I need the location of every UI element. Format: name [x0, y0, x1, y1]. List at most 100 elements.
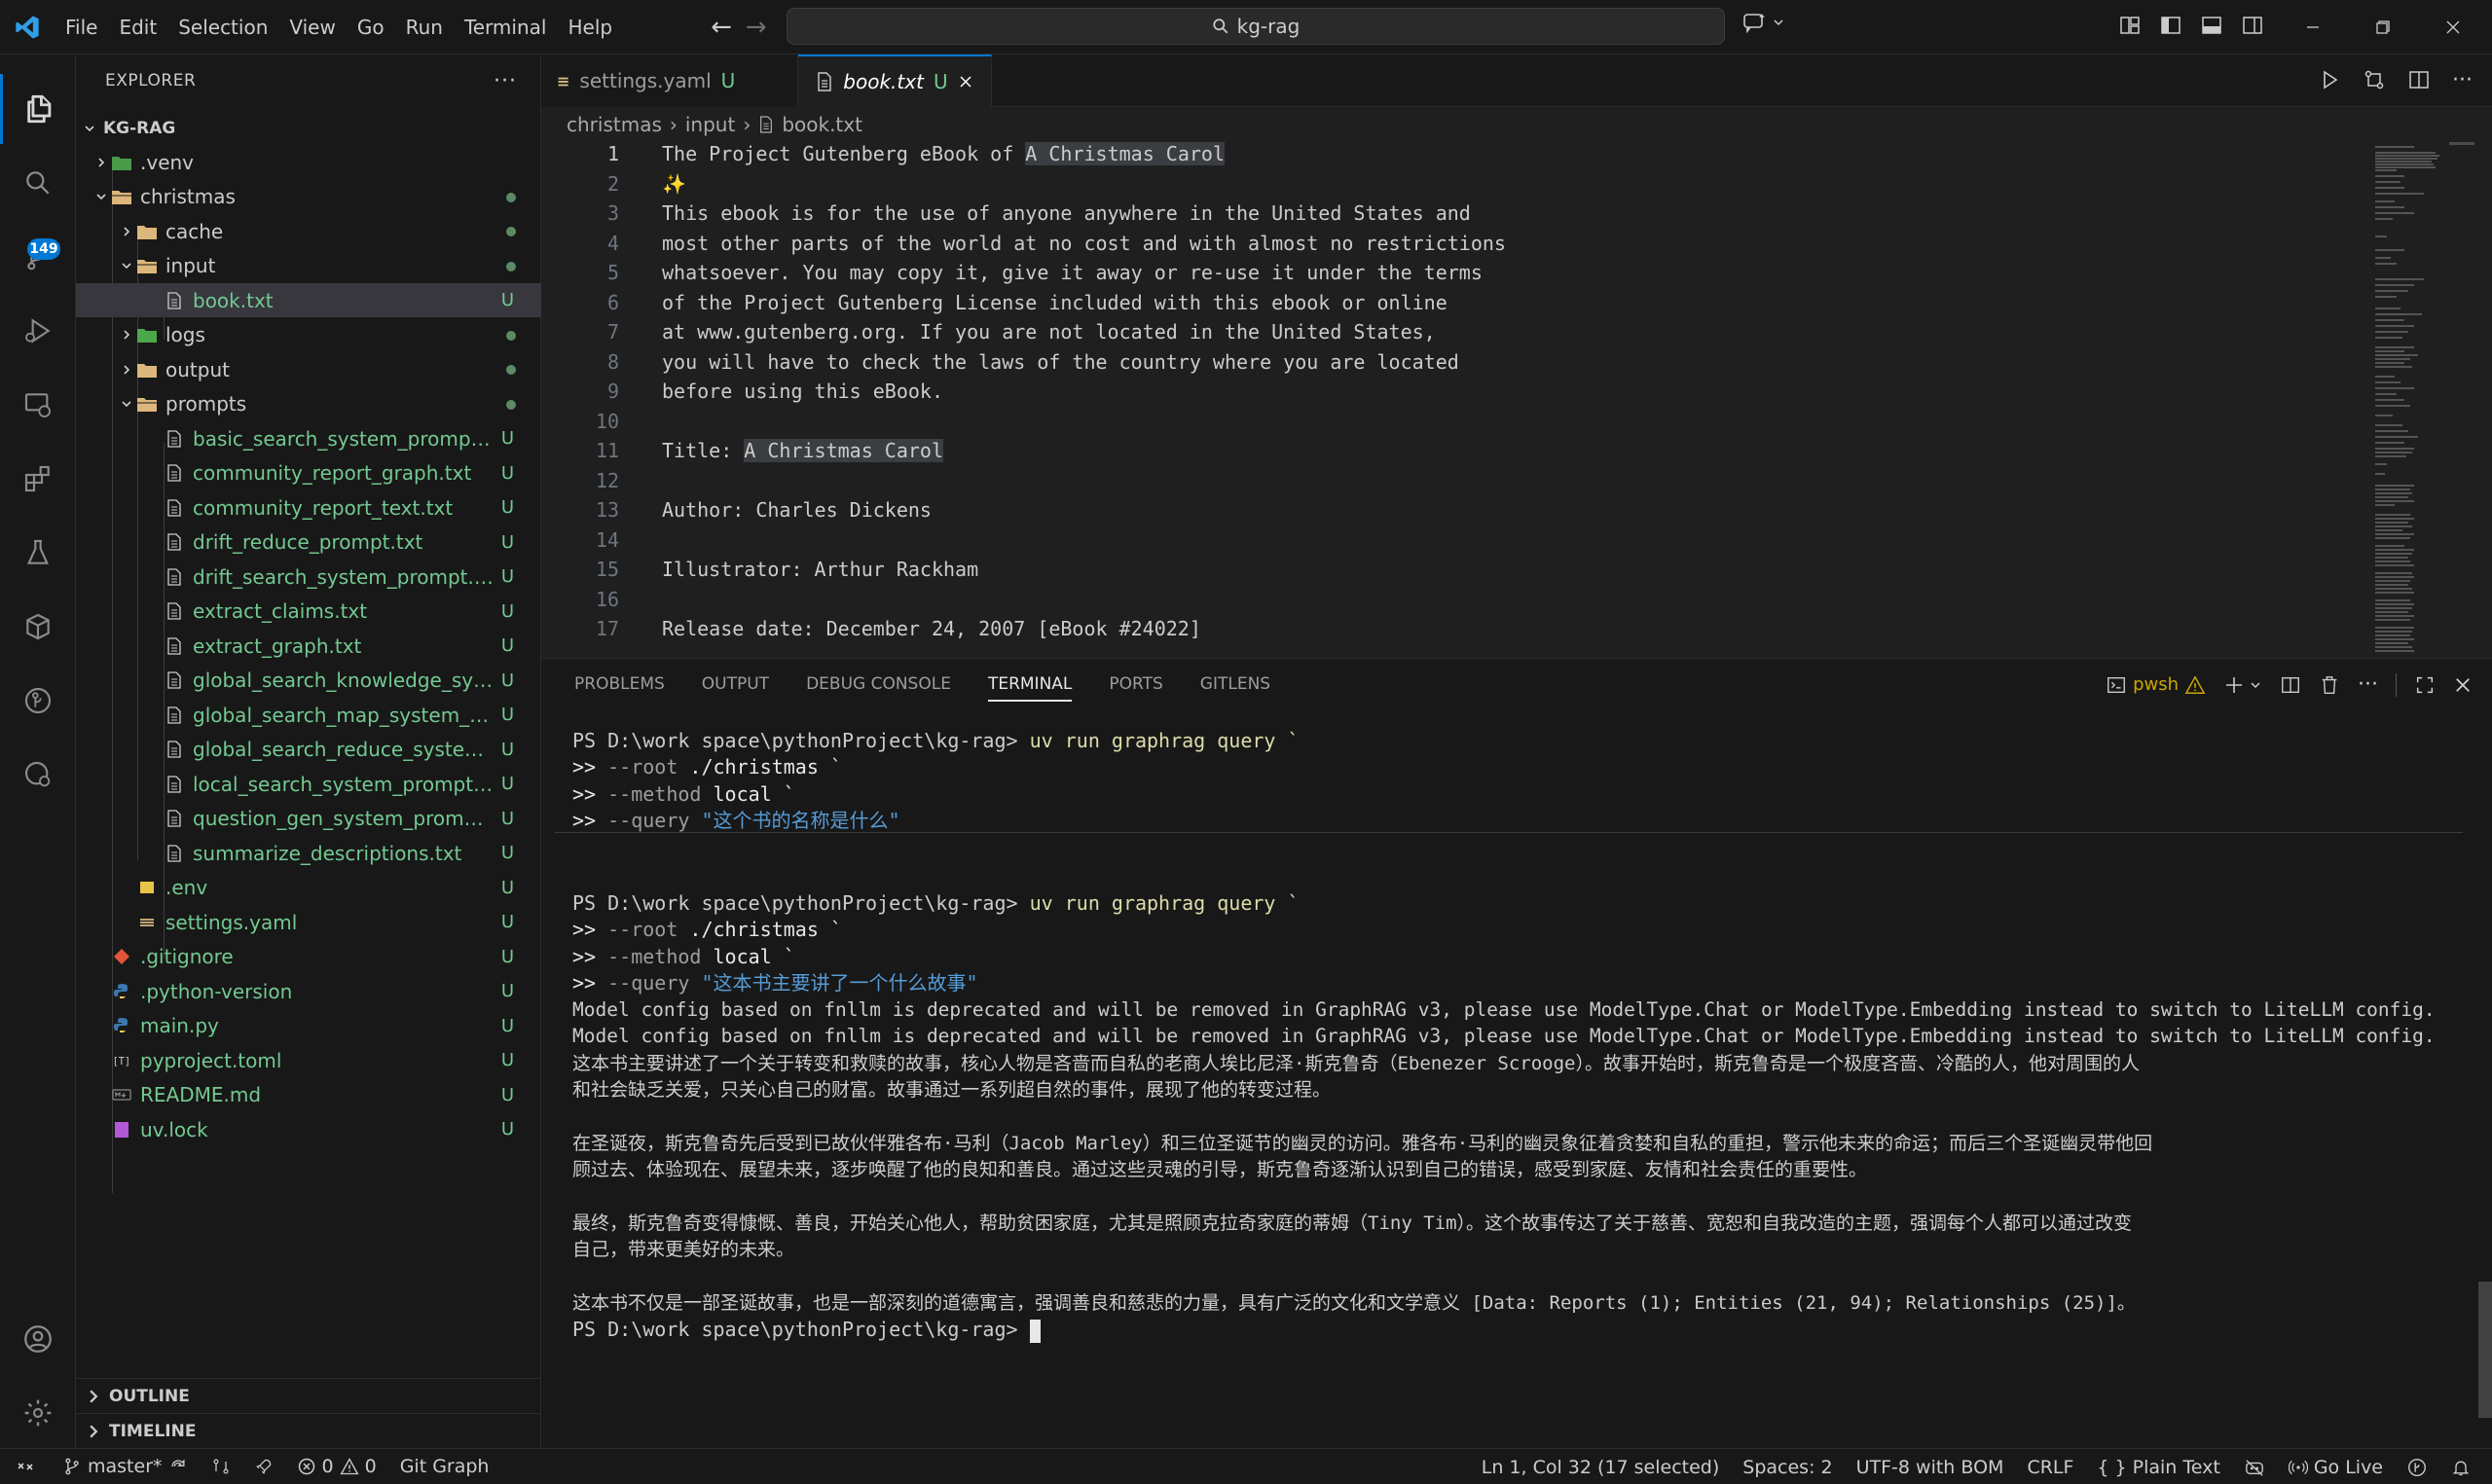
tab-output[interactable]: OUTPUT [702, 674, 769, 694]
problems-indicator[interactable]: 0 0 [285, 1449, 388, 1484]
run-file-icon[interactable] [2318, 68, 2341, 91]
minimize-icon[interactable] [2278, 0, 2348, 54]
menu-file[interactable]: File [55, 16, 108, 39]
gitlens-inspect-icon[interactable] [0, 740, 76, 810]
file-item[interactable]: main.py U [76, 1009, 541, 1043]
folder-item[interactable]: cache [76, 214, 541, 248]
file-item[interactable]: drift_search_system_prompt.txt U [76, 560, 541, 594]
tab-debug-console[interactable]: DEBUG CONSOLE [806, 674, 951, 694]
folder-item[interactable]: prompts [76, 387, 541, 421]
menu-help[interactable]: Help [557, 16, 623, 39]
breadcrumb-christmas[interactable]: christmas [567, 113, 662, 136]
folder-item[interactable]: .venv [76, 145, 541, 179]
minimap[interactable] [2371, 142, 2478, 658]
file-item[interactable]: settings.yaml U [76, 905, 541, 939]
manage-gear-icon[interactable] [0, 1378, 76, 1448]
code-editor[interactable]: 1 The Project Gutenberg eBook of A Christ… [541, 142, 2352, 658]
gitlens-icon[interactable] [0, 666, 76, 736]
file-item[interactable]: uv.lock U [76, 1112, 541, 1146]
more-actions-icon[interactable]: ··· [2358, 672, 2378, 697]
file-item[interactable]: global_search_knowledge_system_prompt.tx… [76, 664, 541, 698]
explorer-icon[interactable] [0, 74, 76, 144]
menu-selection[interactable]: Selection [167, 16, 278, 39]
search-view-icon[interactable] [0, 148, 76, 218]
outline-section[interactable]: OUTLINE [76, 1378, 541, 1413]
menu-terminal[interactable]: Terminal [454, 16, 558, 39]
remote-indicator[interactable] [0, 1449, 51, 1484]
close-tab-icon[interactable] [958, 74, 973, 90]
file-item[interactable]: global_search_map_system_prompt.txtU [76, 698, 541, 732]
file-item[interactable]: [T] pyproject.toml U [76, 1043, 541, 1077]
file-item[interactable]: .env U [76, 871, 541, 905]
gitlens-status-icon[interactable] [2395, 1449, 2439, 1484]
git-lens-status[interactable] [200, 1449, 242, 1484]
tab-settings-yaml[interactable]: ≡ settings.yaml U [541, 54, 799, 107]
container-icon[interactable] [0, 592, 76, 662]
file-item[interactable]: local_search_system_prompt.txt U [76, 767, 541, 801]
file-item[interactable]: global_search_reduce_system_prompt.txtU [76, 733, 541, 767]
file-item[interactable]: drift_reduce_prompt.txt U [76, 525, 541, 560]
git-graph-button[interactable]: Git Graph [388, 1449, 501, 1484]
more-actions-icon[interactable]: ··· [494, 69, 517, 93]
copilot-status[interactable] [2232, 1449, 2277, 1484]
new-terminal-button[interactable] [2223, 674, 2262, 696]
file-item[interactable]: question_gen_system_prompt.txt U [76, 802, 541, 836]
terminal-scrollbar[interactable] [2478, 1282, 2492, 1418]
close-window-icon[interactable] [2418, 0, 2488, 54]
encoding[interactable]: UTF-8 with BOM [1845, 1449, 2016, 1484]
folder-item[interactable]: input [76, 249, 541, 283]
file-item[interactable]: basic_search_system_prompt.txt U [76, 421, 541, 455]
maximize-panel-icon[interactable] [2414, 674, 2436, 696]
branch-indicator[interactable]: master* [51, 1449, 200, 1484]
breadcrumb-book-txt[interactable]: book.txt [782, 113, 862, 136]
file-item[interactable]: extract_claims.txt U [76, 595, 541, 629]
file-item[interactable]: README.md U [76, 1078, 541, 1112]
compare-changes-icon[interactable] [2363, 68, 2386, 91]
workspace-root[interactable]: KG-RAG [76, 111, 541, 145]
run-debug-icon[interactable] [0, 296, 76, 366]
menu-run[interactable]: Run [395, 16, 454, 39]
forward-arrow-icon[interactable]: → [746, 13, 767, 42]
timeline-section[interactable]: TIMELINE [76, 1413, 541, 1448]
ports-status[interactable] [242, 1449, 285, 1484]
tab-gitlens[interactable]: GITLENS [1200, 674, 1270, 694]
indentation[interactable]: Spaces: 2 [1731, 1449, 1844, 1484]
file-item[interactable]: community_report_text.txt U [76, 490, 541, 525]
breadcrumb-input[interactable]: input [685, 113, 735, 136]
customize-layout-icon[interactable] [2118, 14, 2142, 37]
restore-icon[interactable] [2348, 0, 2418, 54]
notifications-button[interactable] [2439, 1449, 2482, 1484]
file-item[interactable]: extract_graph.txt U [76, 629, 541, 663]
command-center-search[interactable]: kg-rag [787, 8, 1725, 45]
toggle-primary-sidebar-icon[interactable] [2159, 14, 2182, 37]
copilot-button[interactable] [1742, 12, 1785, 33]
menu-view[interactable]: View [278, 16, 346, 39]
toggle-panel-icon[interactable] [2200, 14, 2223, 37]
language-mode[interactable]: { } Plain Text [2085, 1449, 2231, 1484]
cursor-position[interactable]: Ln 1, Col 32 (17 selected) [1470, 1449, 1732, 1484]
extensions-icon[interactable] [0, 444, 76, 514]
tab-terminal[interactable]: TERMINAL [987, 674, 1073, 702]
terminal-shell-selector[interactable]: pwsh [2106, 674, 2206, 696]
menu-edit[interactable]: Edit [108, 16, 167, 39]
file-item[interactable]: summarize_descriptions.txt U [76, 836, 541, 870]
go-live-button[interactable]: Go Live [2277, 1449, 2395, 1484]
file-item[interactable]: community_report_graph.txt U [76, 456, 541, 490]
tab-problems[interactable]: PROBLEMS [574, 674, 665, 694]
trash-icon[interactable] [2319, 674, 2340, 696]
line-ending[interactable]: CRLF [2015, 1449, 2085, 1484]
menu-go[interactable]: Go [347, 16, 395, 39]
toggle-secondary-sidebar-icon[interactable] [2241, 14, 2264, 37]
split-editor-icon[interactable] [2407, 68, 2431, 91]
tab-book-txt[interactable]: book.txt U [798, 54, 992, 107]
file-item[interactable]: .gitignore U [76, 940, 541, 974]
testing-icon[interactable] [0, 518, 76, 588]
folder-item[interactable]: logs [76, 318, 541, 352]
file-item[interactable]: book.txt U [76, 283, 541, 317]
account-icon[interactable] [0, 1304, 76, 1374]
close-panel-icon[interactable] [2453, 675, 2473, 695]
tab-ports[interactable]: PORTS [1109, 674, 1162, 694]
remote-explorer-icon[interactable] [0, 370, 76, 440]
split-terminal-icon[interactable] [2280, 674, 2301, 696]
folder-item[interactable]: output [76, 352, 541, 386]
